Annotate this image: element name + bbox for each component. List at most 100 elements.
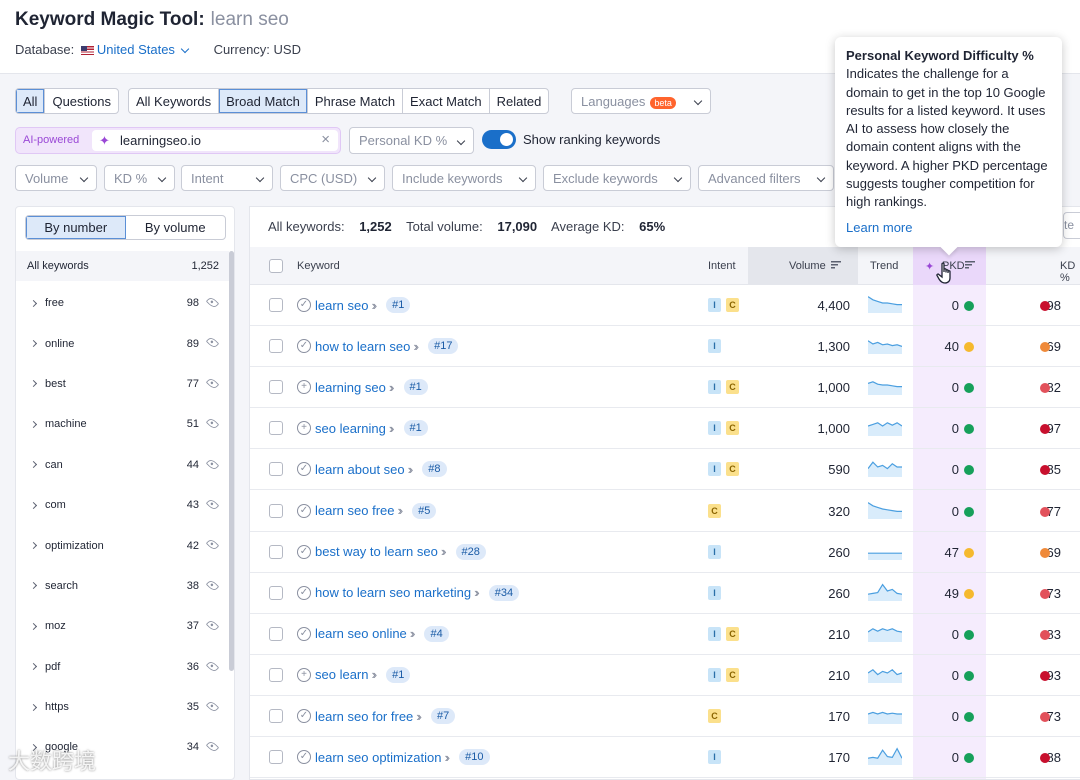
sidebar-group-item[interactable]: online 89 <box>16 323 229 363</box>
cpc-filter[interactable]: CPC (USD) <box>280 165 385 191</box>
keyword-link[interactable]: learning seo <box>315 380 386 395</box>
row-checkbox[interactable] <box>269 339 283 354</box>
intent-badge: I <box>708 585 721 600</box>
chevrons-right-icon[interactable]: ›› <box>474 585 479 600</box>
pkd-cell: 0 <box>951 667 959 683</box>
keyword-link[interactable]: learn seo for free <box>315 709 413 724</box>
volume-filter[interactable]: Volume <box>15 165 97 191</box>
match-related[interactable]: Related <box>490 89 549 113</box>
exclude-keywords-filter[interactable]: Exclude keywords <box>543 165 691 191</box>
sidebar-group-item[interactable]: com 43 <box>16 485 229 525</box>
sidebar-group-item[interactable]: moz 37 <box>16 606 229 646</box>
trend-sparkline <box>868 296 902 313</box>
chevrons-right-icon[interactable]: ›› <box>398 503 403 518</box>
row-checkbox[interactable] <box>269 750 283 765</box>
sidebar-group-item[interactable]: can 44 <box>16 445 229 485</box>
keyword-link[interactable]: how to learn seo marketing <box>315 585 471 600</box>
languages-dropdown[interactable]: Languages beta <box>571 88 711 114</box>
volume-cell: 260 <box>828 585 850 601</box>
row-checkbox[interactable] <box>269 421 283 436</box>
chevrons-right-icon[interactable]: ›› <box>416 709 421 724</box>
row-checkbox[interactable] <box>269 585 283 600</box>
volume-header[interactable]: Volume <box>789 260 841 272</box>
scope-questions[interactable]: Questions <box>45 89 118 113</box>
row-checkbox[interactable] <box>269 667 283 682</box>
row-checkbox[interactable] <box>269 462 283 477</box>
keyword-link[interactable]: learn seo <box>315 298 368 313</box>
chevrons-right-icon[interactable]: ›› <box>389 380 394 395</box>
include-keywords-filter[interactable]: Include keywords <box>392 165 536 191</box>
eye-icon[interactable] <box>205 295 220 310</box>
keyword-link[interactable]: best way to learn seo <box>315 544 438 559</box>
sidebar-group-item[interactable]: search 38 <box>16 566 229 606</box>
chevrons-right-icon[interactable]: ›› <box>389 421 394 436</box>
eye-icon[interactable] <box>205 619 220 633</box>
summary-all-label: All keywords: <box>268 219 345 234</box>
chevrons-right-icon[interactable]: ›› <box>441 544 446 559</box>
eye-icon[interactable] <box>205 699 220 714</box>
group-count: 37 <box>186 620 199 633</box>
match-phrase[interactable]: Phrase Match <box>308 89 404 113</box>
sidebar-group-item[interactable]: machine 51 <box>16 404 229 444</box>
chevrons-right-icon[interactable]: ›› <box>371 667 376 682</box>
match-exact[interactable]: Exact Match <box>403 89 490 113</box>
sidebar-group-item[interactable]: best 77 <box>16 364 229 404</box>
sidebar-group-item[interactable]: https 35 <box>16 687 229 727</box>
row-checkbox[interactable] <box>269 380 283 395</box>
sidebar-scrollbar[interactable] <box>229 251 234 671</box>
row-checkbox[interactable] <box>269 709 283 723</box>
export-button[interactable]: te <box>1063 212 1080 239</box>
by-volume-tab[interactable]: By volume <box>126 216 226 239</box>
eye-icon[interactable] <box>205 497 220 512</box>
eye-icon[interactable] <box>205 659 220 673</box>
eye-icon[interactable] <box>205 417 220 431</box>
eye-icon[interactable] <box>205 740 220 754</box>
chevrons-right-icon[interactable]: ›› <box>413 339 418 354</box>
sidebar-group-item[interactable]: pdf 36 <box>16 647 229 687</box>
intent-filter[interactable]: Intent <box>181 165 273 191</box>
sidebar-group-item[interactable]: free 98 <box>16 283 229 323</box>
sidebar-group-item[interactable]: optimization 42 <box>16 525 229 565</box>
chevrons-right-icon[interactable]: ›› <box>371 298 376 313</box>
keyword-header[interactable]: Keyword <box>297 260 340 272</box>
chevrons-right-icon[interactable]: ›› <box>408 462 413 477</box>
eye-icon[interactable] <box>205 376 220 390</box>
intent-badge: C <box>708 503 721 518</box>
eye-icon[interactable] <box>205 538 220 552</box>
keyword-link[interactable]: learn seo optimization <box>315 750 441 765</box>
clear-icon[interactable]: × <box>321 131 330 148</box>
match-all-keywords[interactable]: All Keywords <box>129 89 220 113</box>
intent-header[interactable]: Intent <box>708 260 736 272</box>
by-number-tab[interactable]: By number <box>26 216 126 239</box>
eye-icon[interactable] <box>205 578 220 592</box>
learn-more-link[interactable]: Learn more <box>846 219 1052 237</box>
chevrons-right-icon[interactable]: ›› <box>444 750 449 765</box>
scope-all[interactable]: All <box>16 89 46 113</box>
select-all-checkbox[interactable] <box>269 259 283 273</box>
keyword-link[interactable]: seo learn <box>315 667 368 682</box>
eye-icon[interactable] <box>205 336 220 350</box>
match-broad[interactable]: Broad Match <box>219 89 308 113</box>
all-keywords-group[interactable]: All keywords 1,252 <box>16 251 229 281</box>
row-checkbox[interactable] <box>269 298 283 312</box>
keyword-link[interactable]: seo learning <box>315 421 386 436</box>
advanced-filters[interactable]: Advanced filters <box>698 165 834 191</box>
kd-header[interactable]: KD % <box>1060 260 1080 284</box>
eye-icon[interactable] <box>205 457 220 471</box>
database-selector[interactable]: United States <box>78 42 190 57</box>
row-checkbox[interactable] <box>269 626 283 641</box>
show-ranking-toggle[interactable] <box>482 130 516 149</box>
row-checkbox[interactable] <box>269 503 283 518</box>
keyword-link[interactable]: learn seo free <box>315 503 395 518</box>
row-checkbox[interactable] <box>269 544 283 559</box>
intent-badge: C <box>726 462 739 477</box>
chevrons-right-icon[interactable]: ›› <box>410 626 415 641</box>
keyword-link[interactable]: learn seo online <box>315 626 407 641</box>
keyword-link[interactable]: how to learn seo <box>315 339 410 354</box>
trend-sparkline <box>868 627 902 642</box>
personal-kd-dropdown[interactable]: Personal KD % <box>349 127 474 154</box>
pkd-sort[interactable] <box>960 260 975 272</box>
keyword-link[interactable]: learn about seo <box>315 462 405 477</box>
domain-input[interactable]: ✦ learningseo.io × <box>92 130 338 151</box>
kd-filter[interactable]: KD % <box>104 165 175 191</box>
